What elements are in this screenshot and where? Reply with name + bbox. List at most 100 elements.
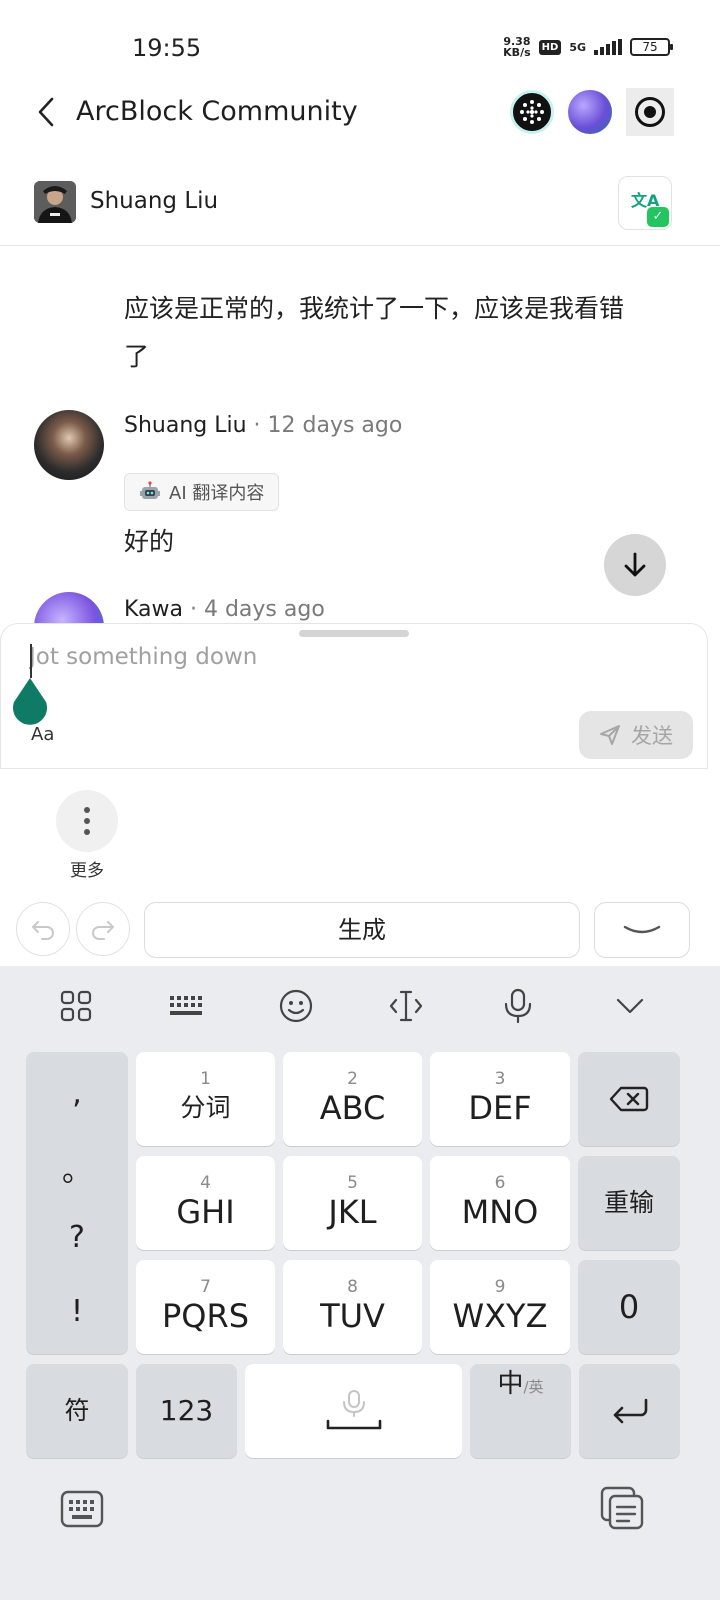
- message-author[interactable]: Shuang Liu: [124, 413, 247, 438]
- emoji-icon: [279, 989, 313, 1023]
- chevron-left-icon: [38, 97, 54, 127]
- key-label: 123: [159, 1394, 214, 1427]
- author-bar: Shuang Liu 文A ✓: [0, 170, 720, 246]
- status-time: 19:55: [132, 34, 202, 62]
- keyboard-icon: [60, 1490, 104, 1528]
- key-1[interactable]: 1 分词: [136, 1052, 275, 1146]
- ai-translation-badge: AI 翻译内容: [124, 473, 280, 511]
- kb-emoji-button[interactable]: [266, 986, 326, 1026]
- enter-icon: [613, 1398, 647, 1424]
- message-text: 好的: [124, 527, 175, 556]
- more-dot: [84, 829, 90, 835]
- message-avatar[interactable]: [34, 410, 104, 480]
- key-number: 2: [347, 1069, 358, 1089]
- key-4[interactable]: 4 GHI: [136, 1156, 275, 1250]
- key-label: PQRS: [161, 1297, 250, 1335]
- key-number: 9: [494, 1277, 506, 1297]
- back-button[interactable]: [28, 92, 64, 132]
- numbers-key[interactable]: 123: [136, 1364, 237, 1458]
- send-label: 发送: [631, 724, 673, 748]
- battery-indicator: 75: [630, 38, 673, 56]
- author-name[interactable]: Shuang Liu: [90, 188, 218, 214]
- key-label: WXYZ: [452, 1297, 548, 1335]
- more-button[interactable]: [56, 790, 118, 852]
- net-speed-unit: KB/s: [503, 46, 531, 59]
- space-key[interactable]: [245, 1364, 462, 1458]
- text-cursor: [30, 644, 32, 678]
- page-title: ArcBlock Community: [76, 96, 358, 127]
- clipboard-button[interactable]: [600, 1486, 646, 1534]
- switch-keyboard-button[interactable]: [60, 1490, 104, 1532]
- kb-cursor-button[interactable]: [376, 986, 436, 1026]
- keyboard-layout-icon: [170, 996, 202, 1015]
- key-label: 分词: [180, 1093, 231, 1122]
- key-label: MNO: [461, 1193, 539, 1231]
- symbols-key[interactable]: 符: [26, 1364, 128, 1458]
- person-photo-icon: [34, 181, 76, 223]
- redo-button[interactable]: [76, 902, 130, 956]
- punct-exclaim-key[interactable]: !: [26, 1294, 128, 1329]
- message-text: 应该是正常的，我统计了一下，应该是我看错了: [124, 294, 625, 371]
- translate-button[interactable]: 文A ✓: [618, 176, 672, 230]
- generate-button[interactable]: 生成: [144, 902, 580, 958]
- more-dot: [84, 818, 90, 824]
- net-speed: 9.38 KB/s: [503, 36, 530, 58]
- language-switch-key[interactable]: 中 /英: [470, 1364, 571, 1458]
- key-7[interactable]: 7 PQRS: [136, 1260, 275, 1354]
- drag-handle[interactable]: [299, 630, 409, 637]
- punct-comma-key[interactable]: ,: [26, 1076, 128, 1111]
- user-avatar-button[interactable]: [568, 90, 612, 134]
- kb-layout-button[interactable]: [156, 986, 216, 1026]
- backspace-key[interactable]: [578, 1052, 680, 1146]
- key-label: GHI: [176, 1193, 235, 1231]
- punct-question-key[interactable]: ?: [26, 1220, 128, 1255]
- key-number: 6: [494, 1173, 506, 1193]
- key-3[interactable]: 3 DEF: [430, 1052, 570, 1146]
- lang-alt-label: /英: [523, 1378, 544, 1396]
- send-button[interactable]: 发送: [579, 711, 693, 759]
- enter-key[interactable]: [579, 1364, 680, 1458]
- record-icon: [635, 97, 665, 127]
- kb-apps-button[interactable]: [46, 986, 106, 1026]
- more-label: 更多: [70, 861, 104, 881]
- undo-button[interactable]: [16, 902, 70, 956]
- ai-badge-label: AI 翻译内容: [169, 483, 265, 504]
- key-number: 4: [200, 1173, 211, 1193]
- key-0[interactable]: 0: [578, 1260, 680, 1354]
- key-label: TUV: [320, 1297, 385, 1335]
- key-label: 重输: [603, 1188, 654, 1217]
- scroll-to-bottom-button[interactable]: [604, 534, 666, 596]
- grid-icon: [60, 990, 92, 1022]
- message-time: · 4 days ago: [183, 597, 325, 622]
- reinput-key[interactable]: 重输: [578, 1156, 680, 1250]
- backspace-icon: [609, 1086, 649, 1112]
- key-label: 符: [64, 1396, 90, 1425]
- key-number: 5: [347, 1173, 358, 1193]
- apps-dots-button[interactable]: [510, 90, 554, 134]
- message-input[interactable]: [29, 644, 569, 670]
- signal-icon: [594, 39, 622, 55]
- punctuation-column[interactable]: , 。 ? !: [26, 1052, 128, 1354]
- punct-period-key[interactable]: 。: [26, 1146, 128, 1190]
- network-type: 5G: [569, 40, 586, 54]
- message-author[interactable]: Kawa: [124, 597, 183, 622]
- undo-icon: [32, 921, 54, 940]
- key-5[interactable]: 5 JKL: [283, 1156, 422, 1250]
- key-8[interactable]: 8 TUV: [283, 1260, 422, 1354]
- format-button[interactable]: Aa: [31, 724, 54, 745]
- key-9[interactable]: 9 WXYZ: [430, 1260, 570, 1354]
- key-2[interactable]: 2 ABC: [283, 1052, 422, 1146]
- collapse-button[interactable]: [594, 902, 690, 958]
- send-icon: [600, 725, 620, 745]
- author-avatar[interactable]: [34, 181, 76, 223]
- text-cursor-icon: [389, 990, 423, 1022]
- record-button[interactable]: [626, 88, 674, 136]
- key-6[interactable]: 6 MNO: [430, 1156, 570, 1250]
- key-label: DEF: [468, 1089, 532, 1127]
- kb-hide-button[interactable]: [600, 986, 660, 1026]
- key-number: 3: [494, 1069, 506, 1089]
- cursor-drop-handle-icon[interactable]: [11, 678, 49, 726]
- kb-voice-button[interactable]: [488, 986, 548, 1026]
- key-label: ABC: [319, 1089, 386, 1127]
- key-number: 1: [200, 1069, 211, 1089]
